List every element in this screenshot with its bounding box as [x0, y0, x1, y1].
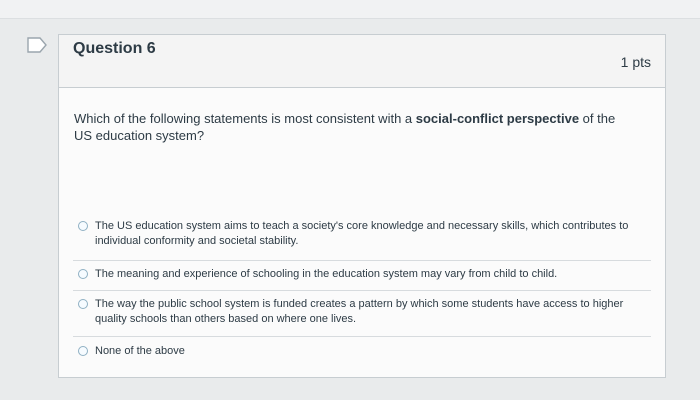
top-strip [0, 0, 700, 19]
answer-option-3[interactable]: The way the public school system is fund… [73, 290, 651, 336]
answer-option-label: The US education system aims to teach a … [95, 220, 629, 247]
answer-option-label: The meaning and experience of schooling … [95, 268, 558, 280]
flag-icon[interactable] [26, 36, 48, 54]
radio-button-icon[interactable] [78, 221, 88, 231]
radio-button-icon[interactable] [78, 269, 88, 279]
answer-option-label: The way the public school system is fund… [95, 298, 624, 325]
radio-button-icon[interactable] [78, 346, 88, 356]
question-card: Question 6 1 pts Which of the following … [58, 34, 666, 378]
question-header: Question 6 1 pts [59, 35, 665, 88]
answer-option-2[interactable]: The meaning and experience of schooling … [73, 260, 651, 290]
question-text-bold: social-conflict perspective [415, 111, 580, 126]
question-points: 1 pts [620, 54, 651, 70]
answer-option-1[interactable]: The US education system aims to teach a … [73, 210, 651, 260]
question-text: Which of the following statements is mos… [74, 110, 634, 144]
answer-option-label: None of the above [95, 345, 185, 357]
answer-list: The US education system aims to teach a … [73, 210, 651, 366]
radio-button-icon[interactable] [78, 299, 88, 309]
question-text-prefix: Which of the following statements is mos… [74, 111, 416, 126]
answer-option-4[interactable]: None of the above [73, 336, 651, 366]
question-title: Question 6 [73, 40, 156, 57]
